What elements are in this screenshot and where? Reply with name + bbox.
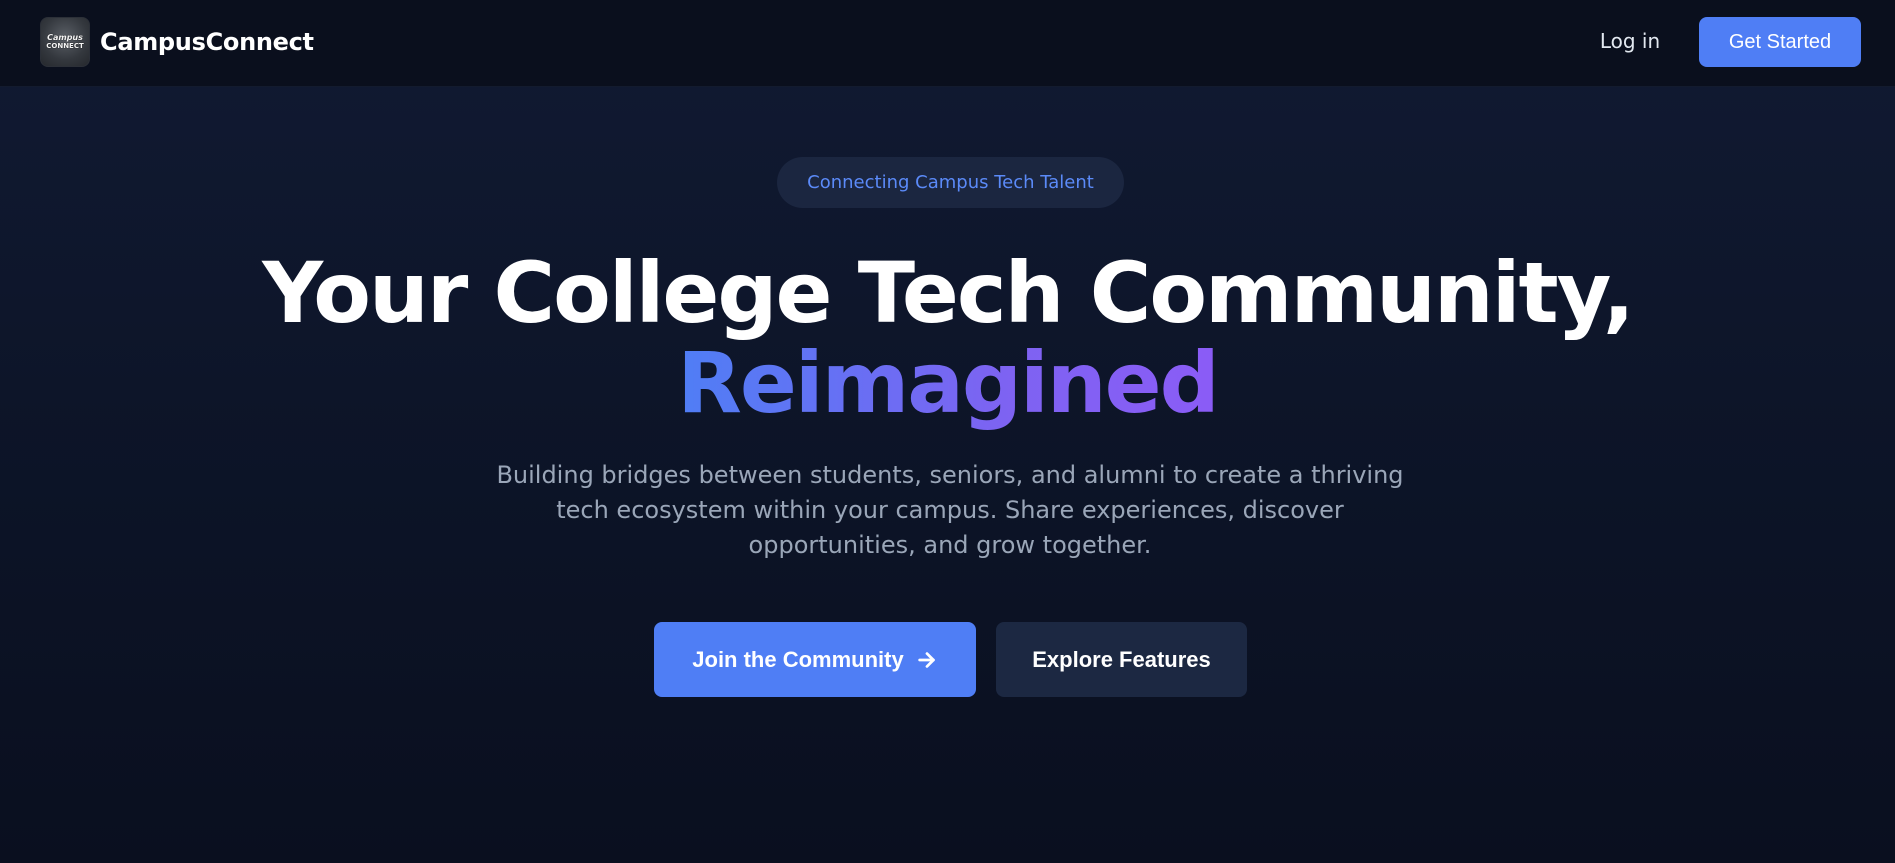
tagline-badge: Connecting Campus Tech Talent bbox=[777, 157, 1124, 208]
hero-headline: Your College Tech Community, bbox=[262, 244, 1635, 342]
hero-headline-accent: Reimagined bbox=[677, 334, 1219, 432]
brand-link[interactable]: Campus CONNECT CampusConnect bbox=[40, 17, 314, 67]
hero-headline-accent-line: Reimagined bbox=[0, 338, 1895, 428]
join-community-label: Join the Community bbox=[692, 646, 904, 672]
login-link[interactable]: Log in bbox=[1595, 29, 1665, 53]
explore-features-button[interactable]: Explore Features bbox=[996, 622, 1247, 697]
campus-connect-logo: Campus CONNECT bbox=[40, 17, 90, 67]
get-started-button[interactable]: Get Started bbox=[1699, 17, 1861, 67]
hero-description: Building bridges between students, senio… bbox=[496, 461, 1404, 559]
join-community-button[interactable]: Join the Community bbox=[654, 622, 976, 697]
arrow-right-icon bbox=[918, 651, 935, 668]
landing-page: Campus CONNECT CampusConnect Log in Get … bbox=[0, 0, 1895, 863]
brand-name: CampusConnect bbox=[100, 28, 314, 56]
top-navbar: Campus CONNECT CampusConnect Log in Get … bbox=[0, 0, 1895, 87]
